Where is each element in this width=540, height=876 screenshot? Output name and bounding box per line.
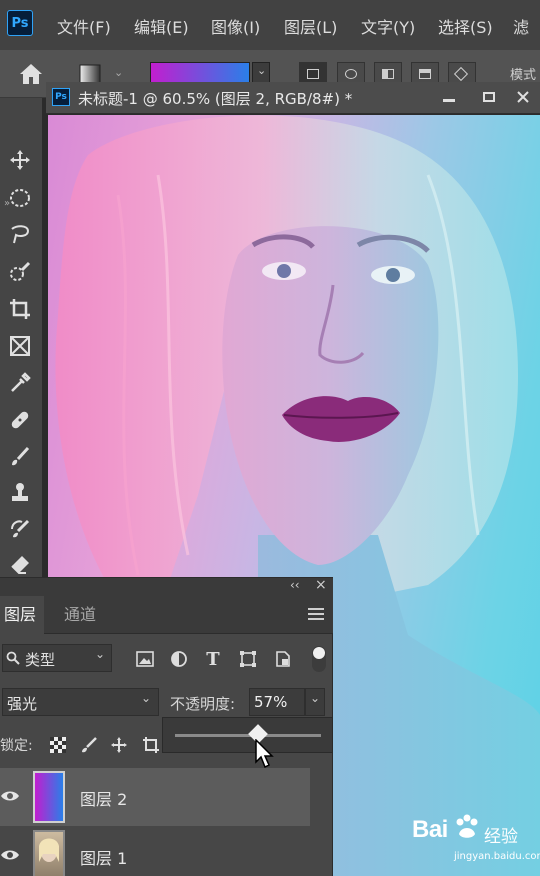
smart-object-filter-icon[interactable] — [272, 648, 294, 670]
watermark-brand: Bai — [412, 816, 448, 843]
type-filter-icon[interactable]: T — [202, 648, 224, 670]
healing-icon[interactable] — [4, 405, 36, 435]
collapse-panel-icon[interactable]: ‹‹ — [290, 578, 300, 592]
search-icon — [6, 651, 20, 665]
stamp-icon[interactable] — [4, 478, 36, 508]
eye-icon[interactable] — [0, 847, 20, 863]
crop-icon[interactable] — [4, 294, 36, 324]
panel-menu-icon[interactable] — [308, 608, 324, 622]
blend-mode-value: 强光 — [7, 695, 38, 713]
baidu-paw-icon — [456, 814, 478, 838]
menu-edit[interactable]: 编辑(E) — [134, 14, 189, 38]
filter-toggle[interactable] — [312, 646, 326, 672]
blend-row: 强光 ⌄ 不透明度: 57% ⌄ — [0, 688, 333, 718]
chevron-down-icon: ⌄ — [310, 691, 321, 705]
chevron-down-icon: ⌄ — [95, 647, 106, 661]
lock-position-icon[interactable] — [110, 736, 128, 754]
menu-bar: Ps 文件(F) 编辑(E) 图像(I) 图层(L) 文字(Y) 选择(S) 滤 — [0, 0, 540, 50]
menu-image[interactable]: 图像(I) — [211, 14, 260, 38]
watermark-suffix: 经验 — [484, 827, 518, 847]
photoshop-logo: Ps — [7, 10, 33, 36]
eraser-icon[interactable] — [4, 550, 36, 580]
layer-row[interactable]: 图层 1 — [0, 827, 310, 876]
history-brush-icon[interactable] — [4, 514, 36, 544]
eyedropper-icon[interactable] — [4, 368, 36, 398]
brush-icon[interactable] — [4, 442, 36, 472]
eye-icon[interactable] — [0, 788, 20, 804]
tab-layers[interactable]: 图层 — [0, 596, 44, 634]
opacity-value: 57% — [254, 693, 288, 711]
adjustment-filter-icon[interactable] — [168, 648, 190, 670]
frame-icon[interactable] — [4, 331, 36, 361]
document-tab[interactable]: Ps 未标题-1 @ 60.5% (图层 2, RGB/8#) * — [46, 82, 540, 114]
lock-pixels-icon[interactable] — [80, 736, 98, 754]
opacity-label: 不透明度: — [170, 695, 236, 713]
menu-select[interactable]: 选择(S) — [438, 14, 493, 38]
image-filter-icon[interactable] — [134, 648, 156, 670]
shape-filter-icon[interactable] — [237, 648, 259, 670]
document-ps-icon: Ps — [52, 88, 70, 106]
menu-file[interactable]: 文件(F) — [57, 14, 111, 38]
filter-label: 类型 — [25, 651, 56, 669]
mouse-cursor-icon — [255, 739, 274, 769]
lock-transparent-icon[interactable] — [49, 736, 67, 754]
panel-tabs: 图层 通道 — [0, 596, 333, 634]
lasso-icon[interactable] — [4, 220, 36, 250]
lock-artboard-icon[interactable] — [142, 736, 160, 754]
opacity-input[interactable]: 57% — [249, 688, 305, 716]
close-icon[interactable] — [506, 82, 540, 112]
maximize-icon[interactable] — [472, 82, 506, 112]
layer-filter-select[interactable]: 类型 ⌄ — [2, 644, 112, 672]
close-panel-icon[interactable]: × — [315, 577, 327, 593]
blend-mode-select[interactable]: 强光 ⌄ — [2, 688, 159, 716]
panel-header: ‹‹ × — [0, 577, 333, 596]
chevron-down-icon: ⌄ — [257, 64, 267, 77]
opacity-dropdown[interactable]: ⌄ — [305, 688, 325, 716]
document-title: 未标题-1 @ 60.5% (图层 2, RGB/8#) * — [78, 90, 353, 108]
lock-label: 锁定: — [0, 738, 33, 754]
home-icon[interactable] — [18, 62, 44, 86]
layer-filter-row: 类型 ⌄ T — [0, 644, 333, 674]
gradient-dropdown[interactable]: ⌄ — [252, 62, 270, 84]
gradient-swatch[interactable] — [150, 62, 250, 84]
baidu-watermark: Bai 经验 jingyan.baidu.com — [408, 810, 540, 866]
opacity-slider-popup — [162, 717, 333, 753]
chevron-down-icon[interactable]: ⌄ — [114, 66, 123, 79]
menu-layer[interactable]: 图层(L) — [284, 14, 337, 38]
quick-select-icon[interactable] — [4, 257, 36, 287]
layer-row[interactable]: 图层 2 — [0, 768, 310, 826]
layer-name: 图层 2 — [80, 790, 128, 809]
watermark-url: jingyan.baidu.com — [454, 851, 540, 862]
menu-type[interactable]: 文字(Y) — [361, 14, 415, 38]
move-icon[interactable] — [4, 145, 36, 175]
layer-thumbnail — [33, 830, 65, 876]
tab-channels[interactable]: 通道 — [60, 596, 100, 634]
marquee-icon[interactable] — [4, 183, 36, 213]
chevron-down-icon: ⌄ — [141, 691, 152, 705]
layer-thumbnail — [33, 771, 65, 823]
minimize-icon[interactable] — [432, 82, 466, 112]
menu-filter[interactable]: 滤 — [513, 14, 529, 38]
mode-label: 模式 — [510, 68, 537, 83]
lock-row: 锁定: — [0, 730, 170, 760]
layer-name: 图层 1 — [80, 849, 128, 868]
